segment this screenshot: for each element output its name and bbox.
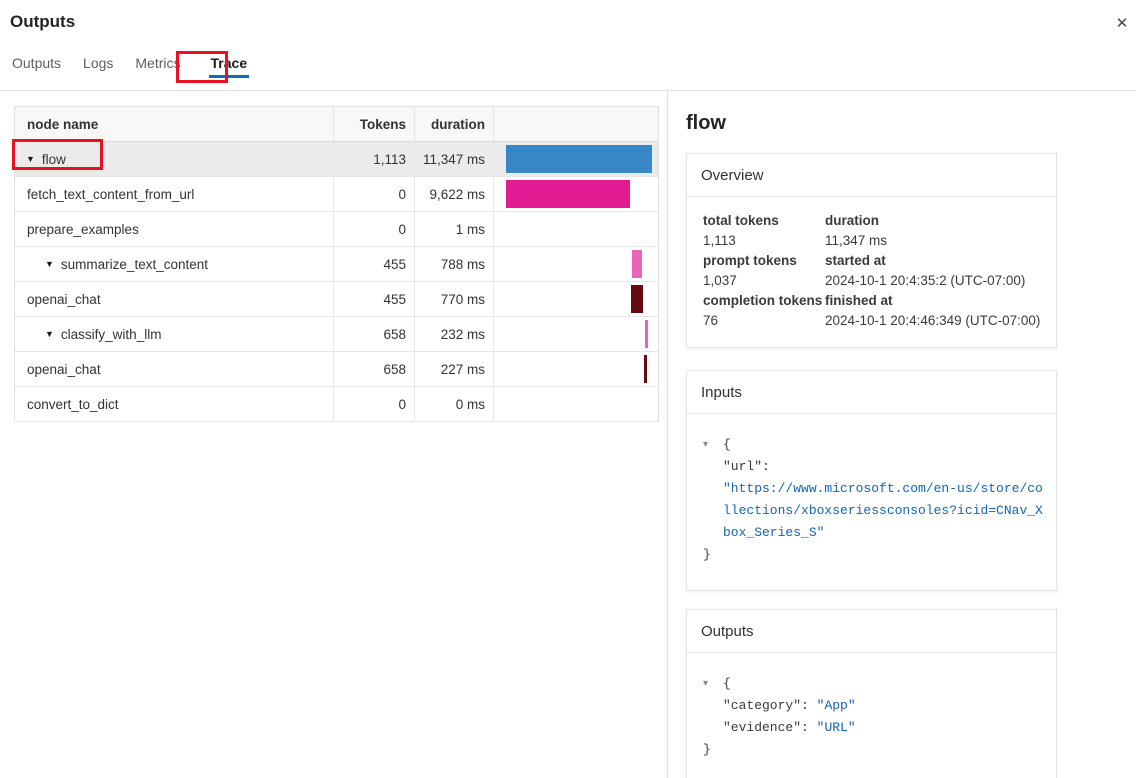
duration-value: 788 ms — [415, 247, 494, 281]
field-value: 1,037 — [703, 271, 825, 291]
node-name: flow — [42, 152, 66, 167]
outputs-card: Outputs ▾{ "category": "App" "evidence":… — [686, 609, 1057, 778]
collapse-arrow-icon[interactable]: ▼ — [26, 154, 35, 164]
table-row-summarize-text-content[interactable]: ▼ summarize_text_content 455 788 ms — [15, 247, 658, 282]
field-label: started at — [825, 251, 1042, 271]
table-row-openai-chat-1[interactable]: openai_chat 455 770 ms — [15, 282, 658, 317]
table-row-classify-with-llm[interactable]: ▼ classify_with_llm 658 232 ms — [15, 317, 658, 352]
trace-panel: Outputs ✕ Outputs Logs Metrics Trace nod… — [0, 0, 1136, 778]
table-row-openai-chat-2[interactable]: openai_chat 658 227 ms — [15, 352, 658, 387]
close-brace: } — [703, 739, 1044, 761]
tokens-value: 1,113 — [334, 142, 415, 176]
column-header-duration[interactable]: duration — [415, 107, 494, 141]
json-collapse-icon[interactable]: ▾ — [703, 434, 723, 456]
table-row-convert-to-dict[interactable]: convert_to_dict 0 0 ms — [15, 387, 658, 422]
trace-table: node name Tokens duration ▼ flow 1,113 11… — [14, 106, 659, 422]
overview-card-header: Overview — [687, 154, 1056, 197]
tokens-value: 0 — [334, 387, 415, 421]
table-header-row: node name Tokens duration — [15, 107, 658, 142]
node-name: classify_with_llm — [61, 327, 162, 342]
field-value: 2024-10-1 20:4:35:2 (UTC-07:00) — [825, 271, 1042, 291]
outputs-json-viewer: ▾{ "category": "App" "evidence": "URL" } — [687, 653, 1056, 778]
table-row-flow[interactable]: ▼ flow 1,113 11,347 ms — [15, 142, 658, 177]
node-name: openai_chat — [27, 362, 101, 377]
table-row-fetch-text-content-from-url[interactable]: fetch_text_content_from_url 0 9,622 ms — [15, 177, 658, 212]
json-key: "category": — [723, 698, 809, 713]
tab-bar: Outputs Logs Metrics Trace — [10, 52, 249, 86]
duration-bar-cell — [494, 142, 659, 176]
tokens-value: 455 — [334, 282, 415, 316]
close-icon[interactable]: ✕ — [1110, 12, 1134, 36]
field-value: 76 — [703, 311, 825, 331]
duration-bar — [631, 285, 643, 313]
json-collapse-icon[interactable]: ▾ — [703, 673, 723, 695]
duration-bar — [632, 250, 642, 278]
column-header-chart — [494, 107, 659, 141]
field-label: prompt tokens — [703, 251, 825, 271]
close-brace: } — [703, 544, 1044, 566]
field-value: 11,347 ms — [825, 231, 1042, 251]
duration-bar — [644, 355, 647, 383]
detail-panel: flow Overview total tokens1,113 duration… — [686, 108, 1057, 778]
field-label: finished at — [825, 291, 1042, 311]
tokens-value: 658 — [334, 317, 415, 351]
duration-bar — [506, 180, 630, 208]
duration-value: 232 ms — [415, 317, 494, 351]
tokens-value: 455 — [334, 247, 415, 281]
overview-card: Overview total tokens1,113 duration11,34… — [686, 153, 1057, 348]
tab-trace[interactable]: Trace — [209, 52, 250, 81]
node-name: prepare_examples — [27, 222, 139, 237]
field-value: 1,113 — [703, 231, 825, 251]
duration-bar-cell — [494, 352, 659, 386]
node-name: convert_to_dict — [27, 397, 119, 412]
duration-value: 0 ms — [415, 387, 494, 421]
field-label: total tokens — [703, 211, 825, 231]
inputs-json-viewer: ▾{ "url": "https://www.microsoft.com/en-… — [687, 414, 1056, 590]
duration-bar-cell — [494, 177, 659, 211]
duration-value: 770 ms — [415, 282, 494, 316]
duration-bar-cell — [494, 317, 659, 351]
column-header-node-name[interactable]: node name — [15, 107, 334, 141]
duration-bar-cell — [494, 387, 659, 421]
duration-value: 227 ms — [415, 352, 494, 386]
tokens-value: 0 — [334, 177, 415, 211]
table-row-prepare-examples[interactable]: prepare_examples 0 1 ms — [15, 212, 658, 247]
tabbar-divider — [0, 90, 1136, 91]
duration-value: 11,347 ms — [415, 142, 494, 176]
detail-title: flow — [686, 108, 1057, 138]
json-key: "url": — [723, 456, 1044, 478]
duration-bar — [506, 145, 652, 173]
collapse-arrow-icon[interactable]: ▼ — [45, 329, 54, 339]
inputs-card-header: Inputs — [687, 371, 1056, 414]
json-string-value: "App" — [817, 698, 856, 713]
tab-logs[interactable]: Logs — [81, 52, 115, 81]
field-label: duration — [825, 211, 1042, 231]
json-key: "evidence": — [723, 720, 809, 735]
duration-bar-cell — [494, 247, 659, 281]
duration-bar — [645, 320, 649, 348]
duration-value: 9,622 ms — [415, 177, 494, 211]
tokens-value: 0 — [334, 212, 415, 246]
outputs-card-header: Outputs — [687, 610, 1056, 653]
node-name: openai_chat — [27, 292, 101, 307]
field-value: 2024-10-1 20:4:46:349 (UTC-07:00) — [825, 311, 1042, 331]
pane-divider — [667, 90, 668, 778]
field-label: completion tokens — [703, 291, 825, 311]
inputs-card: Inputs ▾{ "url": "https://www.microsoft.… — [686, 370, 1057, 591]
json-string-value: "https://www.microsoft.com/en-us/store/c… — [723, 478, 1043, 544]
duration-value: 1 ms — [415, 212, 494, 246]
open-brace: { — [723, 437, 731, 452]
duration-bar-cell — [494, 212, 659, 246]
open-brace: { — [723, 676, 731, 691]
node-name: summarize_text_content — [61, 257, 208, 272]
tokens-value: 658 — [334, 352, 415, 386]
node-name: fetch_text_content_from_url — [27, 187, 194, 202]
page-title: Outputs — [10, 12, 75, 32]
tab-outputs[interactable]: Outputs — [10, 52, 63, 81]
tab-metrics[interactable]: Metrics — [133, 52, 182, 81]
collapse-arrow-icon[interactable]: ▼ — [45, 259, 54, 269]
json-string-value: "URL" — [817, 720, 856, 735]
duration-bar-cell — [494, 282, 659, 316]
column-header-tokens[interactable]: Tokens — [334, 107, 415, 141]
